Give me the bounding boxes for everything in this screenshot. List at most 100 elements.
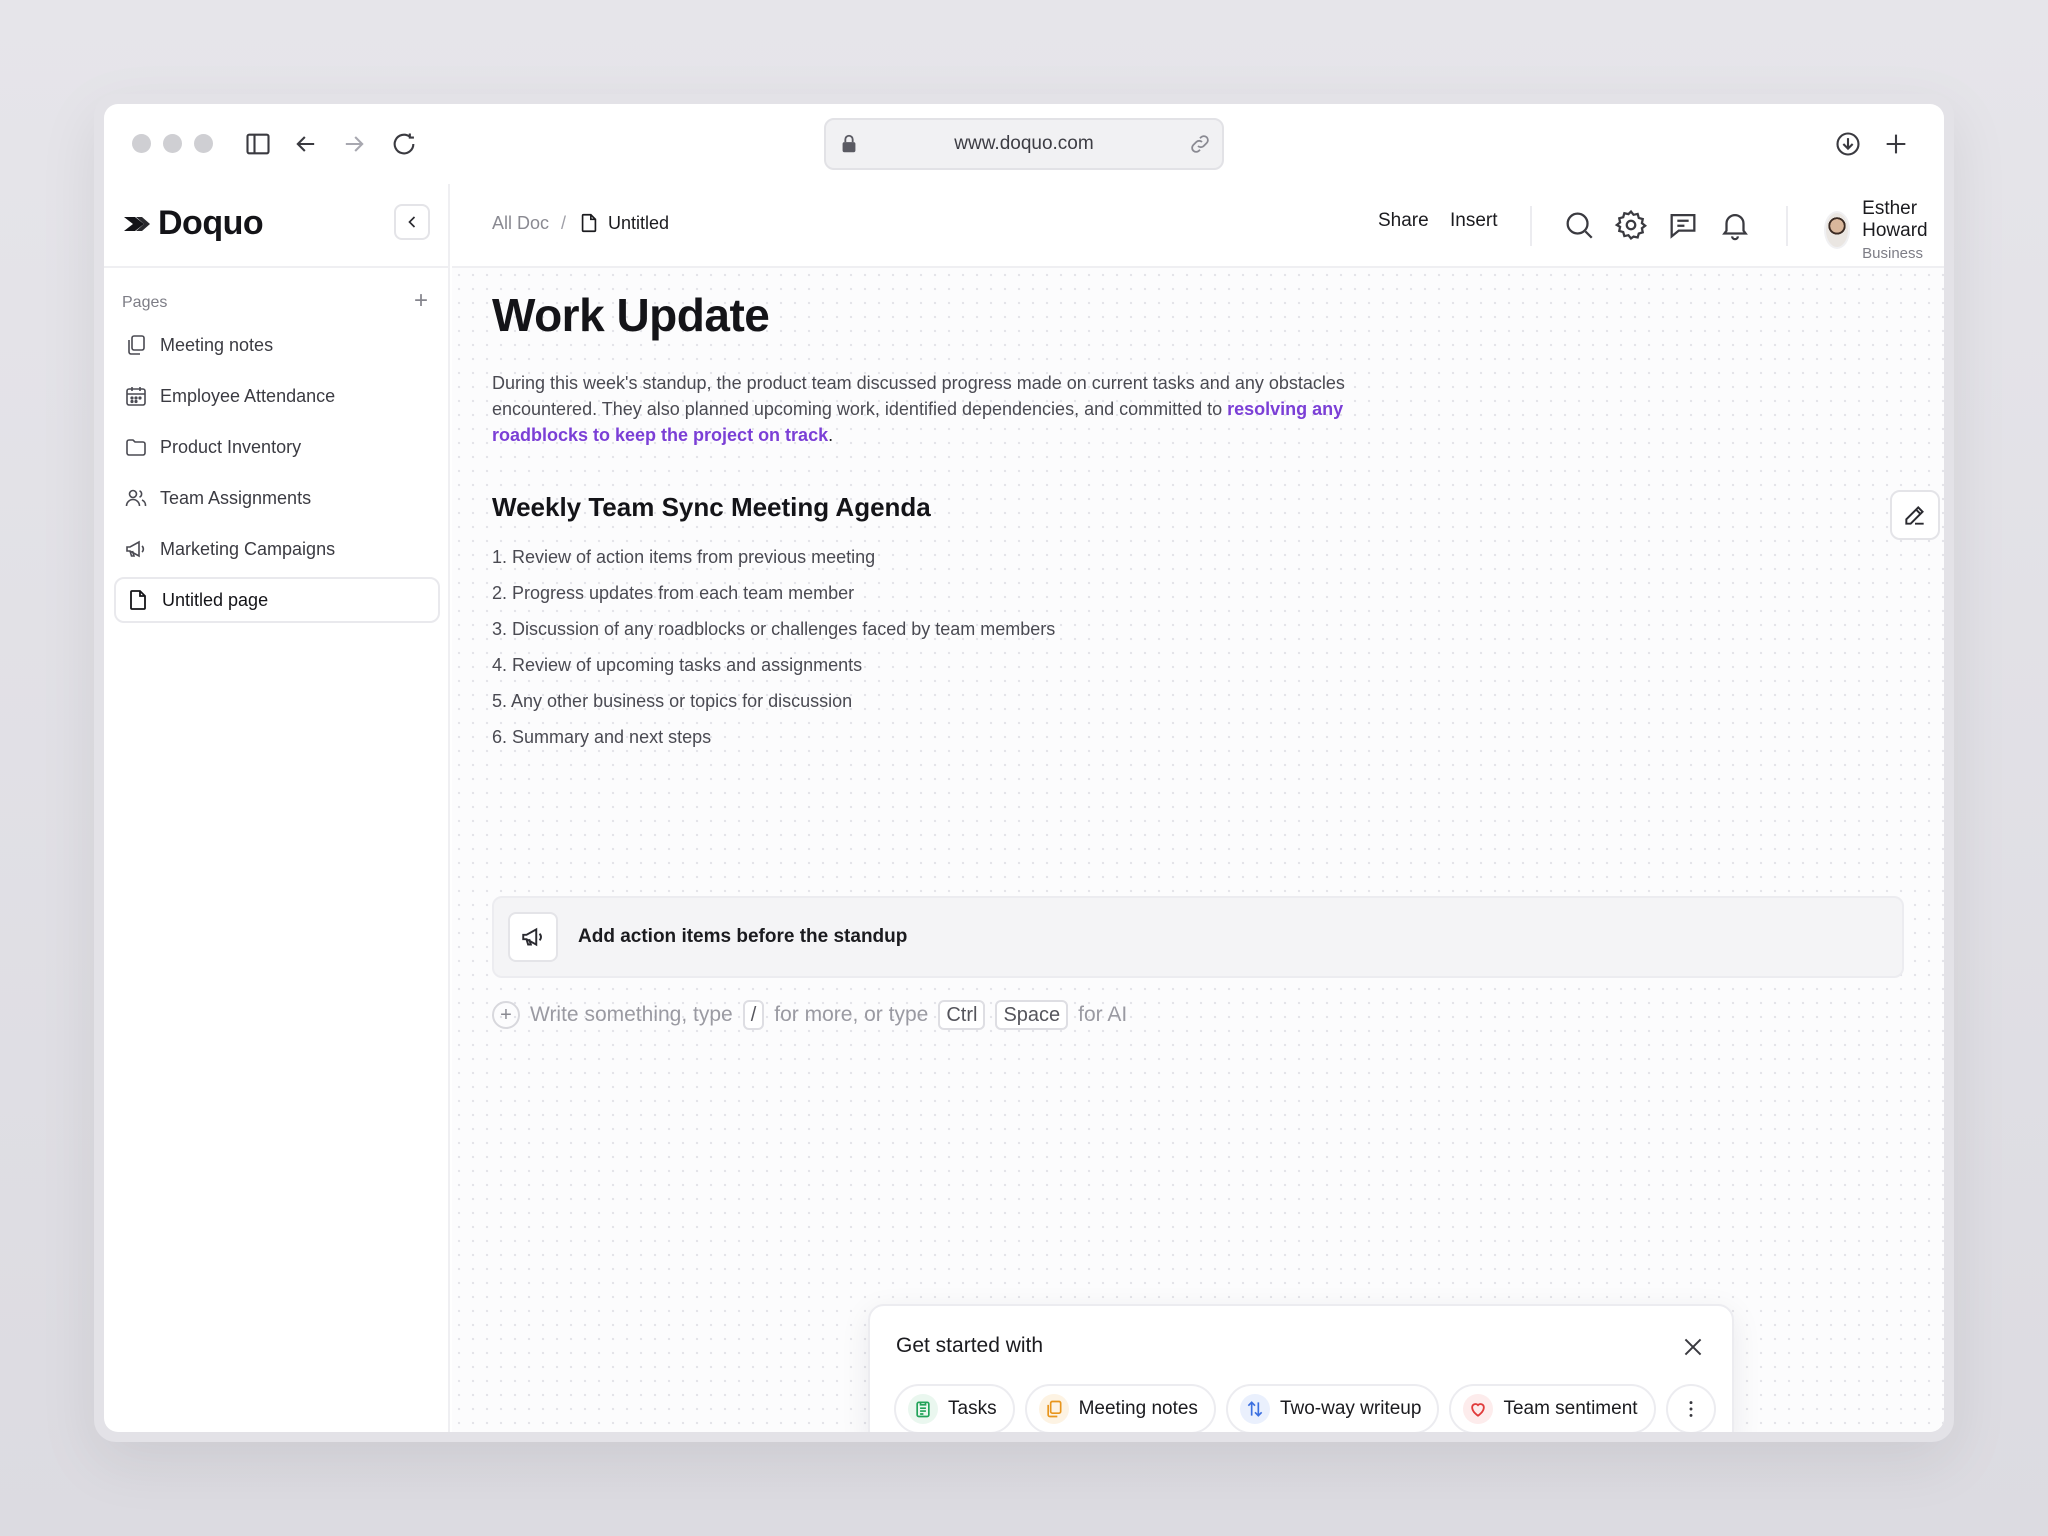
list-item[interactable]: 1. Review of action items from previous … bbox=[492, 539, 1904, 575]
more-templates-button[interactable] bbox=[1665, 1384, 1716, 1432]
window-controls bbox=[132, 134, 213, 153]
comment-icon[interactable] bbox=[1666, 208, 1700, 242]
forward-arrow-icon[interactable] bbox=[338, 128, 370, 160]
document-body[interactable]: Work Update During this week's standup, … bbox=[492, 288, 1904, 1030]
back-arrow-icon[interactable] bbox=[290, 128, 322, 160]
callout-block[interactable]: Add action items before the standup bbox=[492, 896, 1904, 978]
doc-title[interactable]: Work Update bbox=[492, 288, 1904, 342]
link-icon[interactable] bbox=[1188, 132, 1212, 156]
browser-toolbar: www.doquo.com bbox=[104, 104, 1944, 184]
sidebar-toggle-icon[interactable] bbox=[242, 128, 274, 160]
list-item[interactable]: 6. Summary and next steps bbox=[492, 719, 1904, 755]
list-item[interactable]: 2. Progress updates from each team membe… bbox=[492, 575, 1904, 611]
compose-hint-2: for more, or type bbox=[774, 1003, 929, 1026]
close-icon[interactable] bbox=[1680, 1334, 1706, 1360]
agenda-heading[interactable]: Weekly Team Sync Meeting Agenda bbox=[492, 492, 1904, 523]
brand-name: Doquo bbox=[158, 204, 264, 242]
chip-label: Tasks bbox=[948, 1398, 997, 1419]
chip-label: Team sentiment bbox=[1503, 1398, 1638, 1419]
compose-hint-1: Write something, type bbox=[530, 1003, 733, 1026]
new-tab-plus-icon[interactable] bbox=[1880, 128, 1912, 160]
ctrl-key: Ctrl bbox=[938, 1000, 986, 1030]
copy-icon bbox=[128, 335, 145, 355]
sidebar-item-label: Untitled page bbox=[162, 589, 269, 610]
chip-label: Meeting notes bbox=[1078, 1398, 1198, 1419]
template-chips: Tasks Meeting notes Two-way writeup Team… bbox=[894, 1384, 1716, 1432]
doc-actions bbox=[1890, 490, 1944, 540]
zoom-window-dot[interactable] bbox=[194, 134, 213, 153]
file-icon bbox=[130, 590, 146, 610]
add-page-button[interactable]: + bbox=[408, 287, 434, 314]
sidebar-item-marketing-campaigns[interactable]: Marketing Campaigns bbox=[114, 526, 440, 572]
user-profile[interactable]: Esther Howard Business bbox=[1824, 198, 1944, 262]
chip-team-sentiment[interactable]: Team sentiment bbox=[1449, 1384, 1656, 1432]
chip-label: Two-way writeup bbox=[1279, 1398, 1422, 1419]
download-icon[interactable] bbox=[1832, 128, 1864, 160]
pages-list: Meeting notes Employee Attendance Produc… bbox=[114, 322, 440, 628]
sidebar-item-label: Product Inventory bbox=[160, 436, 302, 457]
compose-hint-3: for AI bbox=[1078, 1003, 1128, 1026]
doc-topbar: All Doc / Untitled Share Insert Esther H… bbox=[452, 184, 1944, 268]
doc-paragraph[interactable]: During this week's standup, the product … bbox=[492, 370, 1372, 448]
megaphone-icon[interactable] bbox=[508, 912, 558, 962]
breadcrumb-all-doc[interactable]: All Doc bbox=[492, 213, 549, 234]
folder-icon bbox=[126, 439, 146, 456]
sidebar-item-meeting-notes[interactable]: Meeting notes bbox=[114, 322, 440, 368]
share-button[interactable]: Share bbox=[1378, 210, 1429, 232]
list-item[interactable]: 3. Discussion of any roadblocks or chall… bbox=[492, 611, 1904, 647]
sidebar-item-product-inventory[interactable]: Product Inventory bbox=[114, 424, 440, 470]
sidebar-item-employee-attendance[interactable]: Employee Attendance bbox=[114, 373, 440, 419]
bell-icon[interactable] bbox=[1718, 208, 1752, 242]
list-item[interactable]: 4. Review of upcoming tasks and assignme… bbox=[492, 647, 1904, 683]
sidebar-item-label: Meeting notes bbox=[160, 334, 274, 355]
agenda-list: 1. Review of action items from previous … bbox=[492, 539, 1904, 755]
compose-prompt[interactable]: + Write something, type / for more, or t… bbox=[492, 1000, 1127, 1030]
chip-meeting-notes[interactable]: Meeting notes bbox=[1024, 1384, 1216, 1432]
paragraph-end: . bbox=[828, 425, 834, 445]
sidebar-item-team-assignments[interactable]: Team Assignments bbox=[114, 475, 440, 521]
clipboard-icon bbox=[908, 1394, 938, 1424]
sidebar-divider bbox=[104, 266, 450, 268]
slash-key: / bbox=[742, 1000, 765, 1030]
paragraph-text: During this week's standup, the product … bbox=[492, 373, 1345, 419]
reload-icon[interactable] bbox=[388, 128, 420, 160]
space-key: Space bbox=[995, 1000, 1069, 1030]
collapse-sidebar-button[interactable] bbox=[394, 204, 430, 240]
add-block-button[interactable]: + bbox=[492, 1001, 520, 1029]
toolbar-divider bbox=[1530, 206, 1532, 246]
breadcrumb-separator: / bbox=[561, 212, 567, 233]
user-name: Esther Howard bbox=[1862, 198, 1928, 241]
search-icon[interactable] bbox=[1562, 208, 1596, 242]
more-vertical-icon bbox=[1689, 1401, 1693, 1417]
address-bar[interactable]: www.doquo.com bbox=[824, 118, 1224, 170]
sidebar-item-label: Team Assignments bbox=[160, 487, 312, 508]
pencil-icon bbox=[1905, 506, 1924, 525]
file-icon bbox=[581, 213, 597, 233]
sidebar-item-label: Employee Attendance bbox=[160, 385, 336, 406]
user-plan: Business bbox=[1862, 245, 1924, 262]
breadcrumb: All Doc / Untitled bbox=[492, 212, 669, 234]
editor-area: All Doc / Untitled Share Insert Esther H… bbox=[452, 184, 1944, 1432]
get-started-title: Get started with bbox=[896, 1334, 1044, 1357]
chip-two-way-writeup[interactable]: Two-way writeup bbox=[1225, 1384, 1440, 1432]
brand-logo[interactable]: Doquo bbox=[122, 204, 264, 243]
doquo-logo-icon bbox=[124, 216, 150, 231]
close-window-dot[interactable] bbox=[132, 134, 151, 153]
edit-button[interactable] bbox=[1890, 490, 1940, 540]
list-item[interactable]: 5. Any other business or topics for disc… bbox=[492, 683, 1904, 719]
insert-button[interactable]: Insert bbox=[1450, 210, 1498, 232]
sidebar-item-untitled-page[interactable]: Untitled page bbox=[114, 577, 440, 623]
calendar-icon bbox=[126, 387, 146, 406]
lock-icon bbox=[842, 134, 856, 153]
pages-section-label: Pages bbox=[122, 294, 168, 311]
sidebar-item-label: Marketing Campaigns bbox=[160, 538, 336, 559]
breadcrumb-current[interactable]: Untitled bbox=[578, 212, 669, 234]
toolbar-divider bbox=[1786, 206, 1788, 246]
chip-tasks[interactable]: Tasks bbox=[894, 1384, 1015, 1432]
callout-text: Add action items before the standup bbox=[578, 926, 908, 947]
gear-icon[interactable] bbox=[1614, 208, 1648, 242]
browser-window: www.doquo.com Doquo Pages + Meeting note… bbox=[104, 104, 1944, 1432]
heart-icon bbox=[1463, 1394, 1494, 1424]
minimize-window-dot[interactable] bbox=[163, 134, 182, 153]
url-text: www.doquo.com bbox=[954, 133, 1094, 154]
